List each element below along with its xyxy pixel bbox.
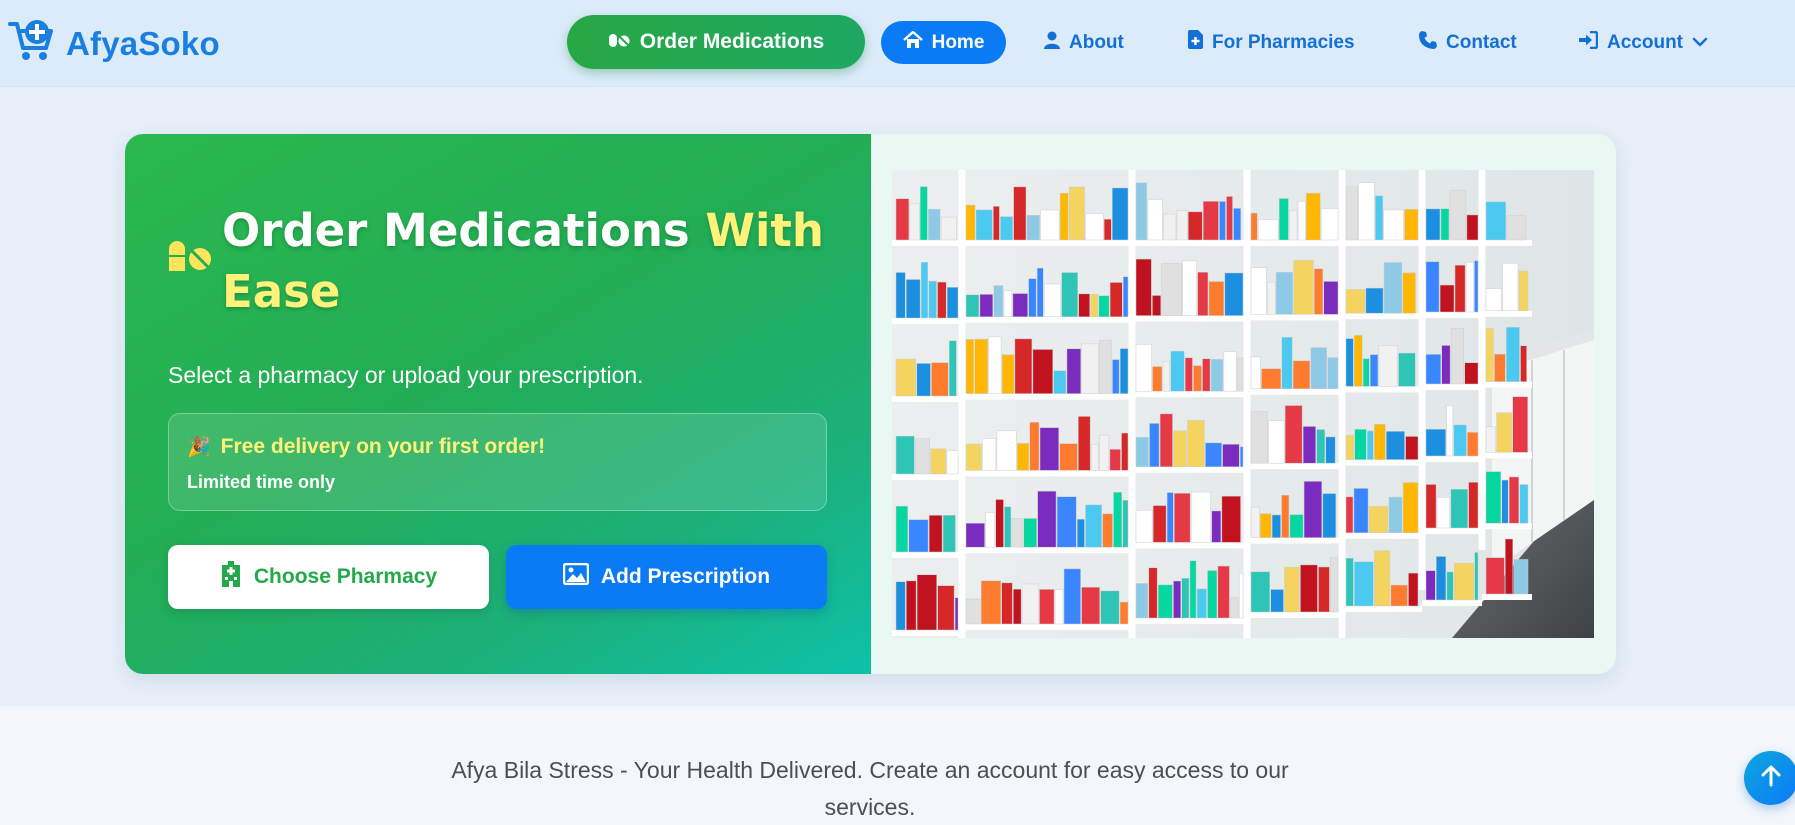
nav-for-pharmacies-label: For Pharmacies <box>1212 31 1355 53</box>
nav-home-label: Home <box>931 31 985 53</box>
promo-title-row: 🎉 Free delivery on your first order! <box>187 435 545 459</box>
hero-subtitle: Select a pharmacy or upload your prescri… <box>168 362 644 388</box>
promo-subtitle: Limited time only <box>187 472 336 492</box>
add-prescription-button[interactable]: Add Prescription <box>506 545 827 609</box>
user-icon <box>1044 31 1060 55</box>
top-navbar: AfyaSoko Order Medications Home About Fo… <box>0 0 1795 87</box>
promo-title: Free delivery on your first order! <box>220 435 546 458</box>
nav-account-label: Account <box>1607 31 1683 53</box>
nav-account-dropdown[interactable]: Account <box>1578 21 1708 64</box>
hero-panel: Order Medications With Ease Select a pha… <box>125 134 871 674</box>
pills-icon <box>167 238 213 279</box>
arrow-up-icon <box>1760 765 1782 792</box>
brand-name: AfyaSoko <box>66 24 220 62</box>
nav-contact-label: Contact <box>1446 31 1517 53</box>
home-icon <box>902 30 923 55</box>
choose-pharmacy-label: Choose Pharmacy <box>253 565 438 588</box>
chevron-down-icon <box>1692 32 1708 54</box>
tagline-section: Afya Bila Stress - Your Health Delivered… <box>0 706 1795 825</box>
party-icon: 🎉 <box>187 437 211 458</box>
tagline-text: Afya Bila Stress - Your Health Delivered… <box>451 757 1289 820</box>
pills-icon <box>608 30 630 54</box>
nav-about[interactable]: About <box>1044 21 1124 64</box>
hero-card: Order Medications With Ease Select a pha… <box>125 134 1616 674</box>
nav-for-pharmacies[interactable]: For Pharmacies <box>1188 21 1355 64</box>
hero-title-main: Order Medications <box>222 204 706 257</box>
nav-home[interactable]: Home <box>881 21 1006 64</box>
image-icon <box>562 562 590 591</box>
hero-title: Order Medications With Ease <box>222 200 842 322</box>
hospital-icon <box>220 561 242 593</box>
scroll-to-top-button[interactable] <box>1744 751 1795 805</box>
choose-pharmacy-button[interactable]: Choose Pharmacy <box>168 545 489 609</box>
nav-contact[interactable]: Contact <box>1419 21 1517 64</box>
nav-about-label: About <box>1069 31 1124 53</box>
sign-in-icon <box>1578 30 1599 55</box>
promo-banner: 🎉 Free delivery on your first order! Lim… <box>168 413 827 511</box>
cart-plus-icon <box>8 18 56 69</box>
brand-logo[interactable]: AfyaSoko <box>8 18 220 69</box>
pharmacy-shelves-image <box>892 170 1594 638</box>
phone-icon <box>1419 30 1437 55</box>
add-prescription-label: Add Prescription <box>600 565 771 588</box>
order-medications-label: Order Medications <box>639 30 825 53</box>
file-medical-icon <box>1188 30 1203 55</box>
order-medications-button[interactable]: Order Medications <box>567 15 865 69</box>
